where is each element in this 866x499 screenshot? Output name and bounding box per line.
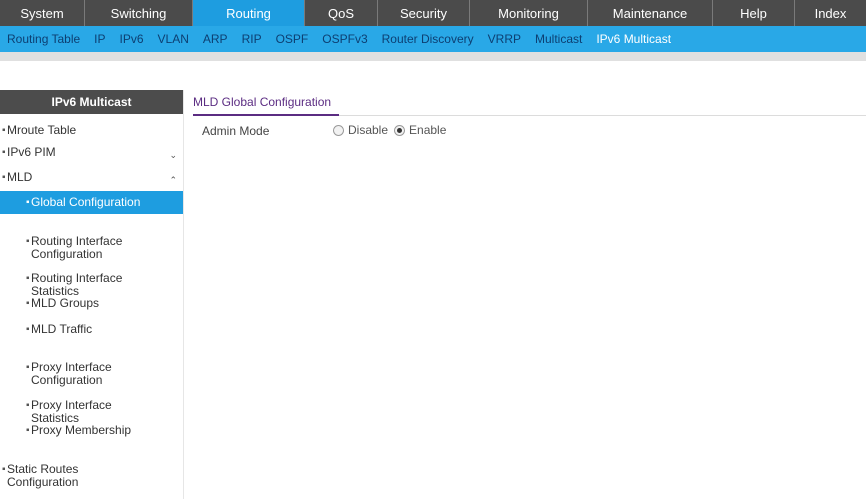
sidebar-item-label: Static Routes Configuration [7,462,79,489]
bullet-icon: ▪ [26,298,30,309]
admin-mode-disable-radio[interactable] [333,124,344,136]
bullet-icon: ▪ [26,236,30,247]
sidebar-item-global-configuration[interactable]: ▪ Global Configuration [0,191,183,214]
bullet-icon: ▪ [2,172,6,183]
tab-monitoring[interactable]: Monitoring [470,0,588,26]
subnav-router-discovery[interactable]: Router Discovery [375,32,481,46]
tab-qos[interactable]: QoS [305,0,378,26]
sub-navigation: Routing Table IP IPv6 VLAN ARP RIP OSPF … [0,26,866,61]
subnav-ipv6-multicast[interactable]: IPv6 Multicast [589,32,678,46]
section-header: MLD Global Configuration [193,93,866,116]
sub-navigation-strip: Routing Table IP IPv6 VLAN ARP RIP OSPF … [0,26,866,52]
tab-switching[interactable]: Switching [85,0,193,26]
main-navigation: System Switching Routing QoS Security Mo… [0,0,866,26]
bullet-icon: ▪ [26,273,30,284]
sidebar-item-mld-groups[interactable]: ▪ MLD Groups [0,289,183,315]
sidebar-item-proxy-interface-configuration[interactable]: ▪ Proxy Interface Configuration [0,340,183,387]
sidebar-item-routing-interface-statistics[interactable]: ▪ Routing Interface Statistics [0,251,183,298]
tab-security[interactable]: Security [378,0,470,26]
sidebar-item-label: Proxy Membership [31,423,132,437]
sidebar-item-mld[interactable]: ▪ MLD ⌃ [0,166,183,191]
sidebar-header: IPv6 Multicast [0,90,183,114]
sidebar-item-proxy-membership[interactable]: ▪ Proxy Membership [0,416,183,442]
admin-mode-enable-label[interactable]: Enable [409,123,446,137]
subnav-routing-table[interactable]: Routing Table [0,32,87,46]
bullet-icon: ▪ [26,324,30,335]
tab-routing[interactable]: Routing [193,0,305,26]
sidebar-item-ipv6-pim[interactable]: ▪ IPv6 PIM ⌄ [0,141,183,166]
bullet-icon: ▪ [26,362,30,373]
subnav-arp[interactable]: ARP [196,32,235,46]
admin-mode-disable-label[interactable]: Disable [348,123,388,137]
subnav-multicast[interactable]: Multicast [528,32,589,46]
sidebar-item-label: MLD Traffic [31,322,93,336]
sidebar-item-mld-traffic[interactable]: ▪ MLD Traffic [0,315,183,340]
sidebar-item-label: Mroute Table [7,123,77,137]
sidebar: IPv6 Multicast ▪ Mroute Table ▪ IPv6 PIM ⌄… [0,90,184,499]
sidebar-item-label: IPv6 PIM [7,145,56,159]
sidebar-item-proxy-interface-statistics[interactable]: ▪ Proxy Interface Statistics [0,378,183,425]
tab-index[interactable]: Index [795,0,866,26]
subnav-vrrp[interactable]: VRRP [481,32,528,46]
tab-maintenance[interactable]: Maintenance [588,0,713,26]
subnav-ip[interactable]: IP [87,32,112,46]
sidebar-item-label: MLD Groups [31,296,100,310]
subnav-ospf[interactable]: OSPF [269,32,316,46]
admin-mode-label: Admin Mode [202,124,270,138]
subnav-ospfv3[interactable]: OSPFv3 [315,32,374,46]
bullet-icon: ▪ [26,400,30,411]
radio-selected-dot [397,127,403,133]
bullet-icon: ▪ [26,197,30,208]
bullet-icon: ▪ [26,425,30,436]
sidebar-item-mroute-table[interactable]: ▪ Mroute Table [0,120,183,141]
admin-mode-radio-group: Disable Enable [333,123,452,137]
chevron-up-icon: ⌃ [169,175,177,185]
sidebar-item-routing-interface-configuration[interactable]: ▪ Routing Interface Configuration [0,214,183,261]
admin-mode-enable-radio[interactable] [394,124,406,136]
bullet-icon: ▪ [2,147,6,158]
sidebar-item-static-routes-configuration[interactable]: ▪ Static Routes Configuration [0,442,183,489]
subnav-vlan[interactable]: VLAN [151,32,196,46]
sidebar-item-label: Global Configuration [31,195,141,209]
subnav-ipv6[interactable]: IPv6 [113,32,151,46]
chevron-down-icon: ⌄ [169,150,177,160]
subnav-rip[interactable]: RIP [235,32,269,46]
bullet-icon: ▪ [2,464,6,475]
tab-system[interactable]: System [0,0,85,26]
sidebar-item-label: MLD [7,170,33,184]
page-title: MLD Global Configuration [193,93,340,116]
bullet-icon: ▪ [2,125,6,136]
tab-help[interactable]: Help [713,0,795,26]
